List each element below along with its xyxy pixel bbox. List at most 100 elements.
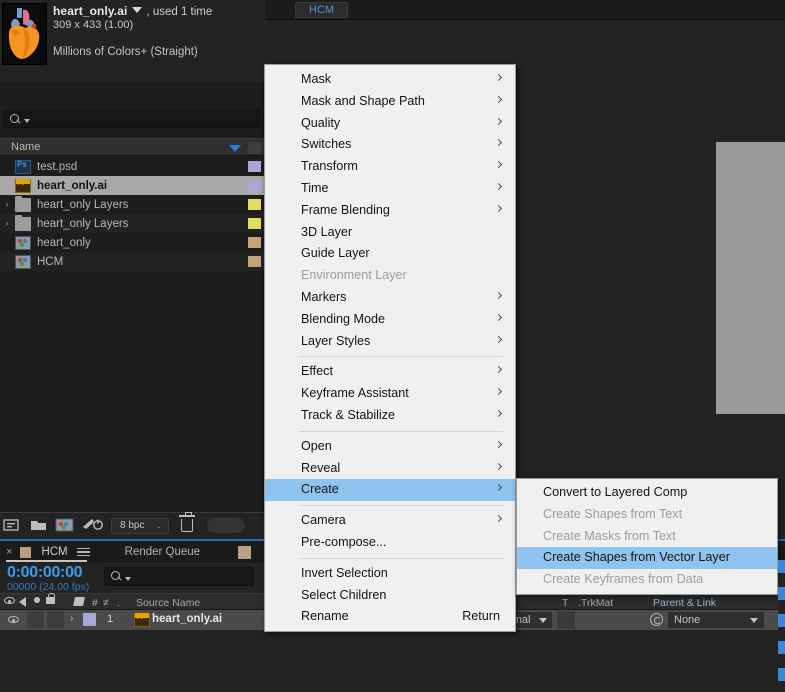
context-menu-item[interactable]: Switches (265, 134, 515, 156)
label-tag-icon[interactable] (73, 597, 85, 606)
label-color-column-header[interactable] (248, 142, 261, 154)
composition-icon (15, 235, 31, 250)
lock-icon[interactable] (46, 593, 55, 604)
context-menu-item[interactable]: Quality (265, 113, 515, 135)
sort-descending-icon[interactable] (229, 145, 241, 152)
asset-metadata: heart_only.ai , used 1 time 309 x 433 (1… (53, 4, 261, 58)
chevron-right-icon (494, 291, 503, 300)
label-color-swatch[interactable] (248, 218, 261, 229)
context-menu-item[interactable]: Track & Stabilize (265, 405, 515, 427)
layer-solo-cell[interactable] (47, 611, 64, 628)
project-list-item[interactable]: heart_only.ai (0, 176, 264, 195)
context-menu-item: Environment Layer (265, 265, 515, 287)
project-list-item[interactable]: HCM (0, 252, 264, 271)
new-folder-icon[interactable] (29, 517, 53, 535)
project-item-name: heart_only Layers (37, 217, 129, 230)
track-matte-cell[interactable] (557, 611, 575, 629)
context-menu-item[interactable]: Markers (265, 287, 515, 309)
context-menu-item[interactable]: 3D Layer (265, 222, 515, 244)
label-color-swatch[interactable] (248, 180, 261, 191)
context-menu-item[interactable]: Blending Mode (265, 309, 515, 331)
context-menu-item[interactable]: Select Children (265, 585, 515, 607)
project-list-item[interactable]: heart_only (0, 233, 264, 252)
timeline-empty-area[interactable] (0, 630, 785, 692)
disclosure-triangle-icon[interactable]: › (0, 214, 14, 233)
layer-visibility-toggle[interactable] (8, 616, 19, 623)
context-menu-item-label: Blending Mode (301, 311, 386, 326)
layer-disclosure-triangle[interactable]: › (70, 613, 73, 624)
video-visibility-icon[interactable] (4, 597, 15, 604)
context-menu-item[interactable]: Open (265, 436, 515, 458)
context-menu-item[interactable]: Mask (265, 69, 515, 91)
chevron-right-icon (494, 139, 503, 147)
layer-context-menu[interactable]: Mask Mask and Shape Path Quality Switches Tr… (264, 64, 516, 633)
label-color-swatch[interactable] (248, 256, 261, 267)
column-header-name[interactable]: Name (11, 141, 40, 153)
timeline-search-box[interactable] (104, 567, 254, 586)
chevron-down-icon (24, 119, 30, 123)
project-column-header[interactable]: Name (0, 138, 264, 156)
chevron-down-icon (125, 576, 131, 581)
context-menu-item[interactable]: Layer Styles (265, 331, 515, 353)
context-menu-item[interactable]: Create (265, 479, 515, 502)
project-list-item[interactable]: › heart_only Layers (0, 195, 264, 214)
column-header-source-name[interactable]: Source Name (136, 597, 200, 609)
chevron-right-icon (494, 462, 503, 470)
bit-depth-button[interactable]: 8 bpc . (111, 517, 170, 534)
context-menu-item-label: Create (301, 482, 339, 497)
context-menu-item[interactable]: Rename Return (265, 606, 515, 628)
tab-hcm-timeline[interactable]: HCM (41, 546, 67, 558)
context-menu-item-label: Rename (301, 609, 349, 624)
project-file-list[interactable]: test.psdheart_only.ai›heart_only Layers›… (0, 157, 264, 271)
right-edge-scrollbar[interactable] (778, 560, 785, 692)
project-search[interactable] (0, 108, 263, 130)
context-menu-item[interactable]: Pre-compose... (265, 532, 515, 554)
context-menu-item[interactable]: Frame Blending (265, 200, 515, 222)
project-settings-icon[interactable] (81, 517, 105, 535)
project-search-box[interactable] (3, 110, 260, 128)
new-composition-icon[interactable] (55, 517, 79, 535)
label-color-swatch[interactable] (248, 237, 261, 248)
audio-icon[interactable] (19, 597, 26, 607)
column-header-hash: # (92, 597, 98, 609)
tab-render-queue[interactable]: Render Queue (125, 546, 200, 558)
context-menu-item[interactable]: Invert Selection (265, 563, 515, 585)
parent-pickwhip-icon[interactable] (650, 613, 663, 626)
delete-icon[interactable] (179, 512, 196, 532)
solo-icon[interactable] (34, 597, 40, 603)
submenu-item[interactable]: Create Shapes from Vector Layer (517, 547, 777, 570)
submenu-item[interactable]: Convert to Layered Comp (517, 482, 777, 504)
label-color-swatch[interactable] (248, 199, 261, 210)
layer-audio-cell[interactable] (27, 611, 44, 628)
chevron-down-icon[interactable] (132, 7, 143, 13)
context-menu-item[interactable]: Time (265, 178, 515, 200)
interpret-footage-icon[interactable] (3, 517, 27, 535)
tab-hcm[interactable]: HCM (295, 2, 349, 18)
folder-icon (15, 214, 31, 231)
context-menu-item[interactable]: Reveal (265, 458, 515, 480)
panel-resize-handle[interactable] (207, 518, 246, 533)
context-menu-item[interactable]: Keyframe Assistant (265, 383, 515, 405)
context-menu-item[interactable]: Mask and Shape Path (265, 91, 515, 113)
context-menu-item-label: Reveal (301, 460, 341, 475)
context-menu-item[interactable]: Effect (265, 361, 515, 383)
layer-source-name[interactable]: heart_only.ai (152, 613, 222, 625)
label-color-swatch[interactable] (248, 161, 261, 172)
composition-tabstrip: HCM (265, 0, 785, 20)
parent-link-dropdown[interactable]: None (668, 612, 764, 628)
disclosure-triangle-icon[interactable]: › (0, 195, 14, 214)
create-submenu[interactable]: Convert to Layered Comp Create Shapes fro… (516, 478, 778, 595)
illustrator-file-icon (134, 613, 150, 627)
current-time-display[interactable]: 0:00:00:00 (7, 564, 83, 582)
project-list-item[interactable]: test.psd (0, 157, 264, 176)
project-info-header: heart_only.ai , used 1 time 309 x 433 (1… (0, 0, 264, 82)
context-menu-item[interactable]: Camera (265, 510, 515, 532)
context-menu-item-label: Guide Layer (301, 246, 370, 261)
project-list-item[interactable]: › heart_only Layers (0, 214, 264, 233)
layer-label-color[interactable] (83, 613, 96, 626)
close-icon[interactable]: × (6, 546, 12, 558)
context-menu-item[interactable]: Guide Layer (265, 243, 515, 265)
context-menu-item[interactable]: Transform (265, 156, 515, 178)
panel-menu-icon[interactable] (76, 545, 90, 559)
asset-color-depth: Millions of Colors+ (Straight) (53, 46, 198, 58)
